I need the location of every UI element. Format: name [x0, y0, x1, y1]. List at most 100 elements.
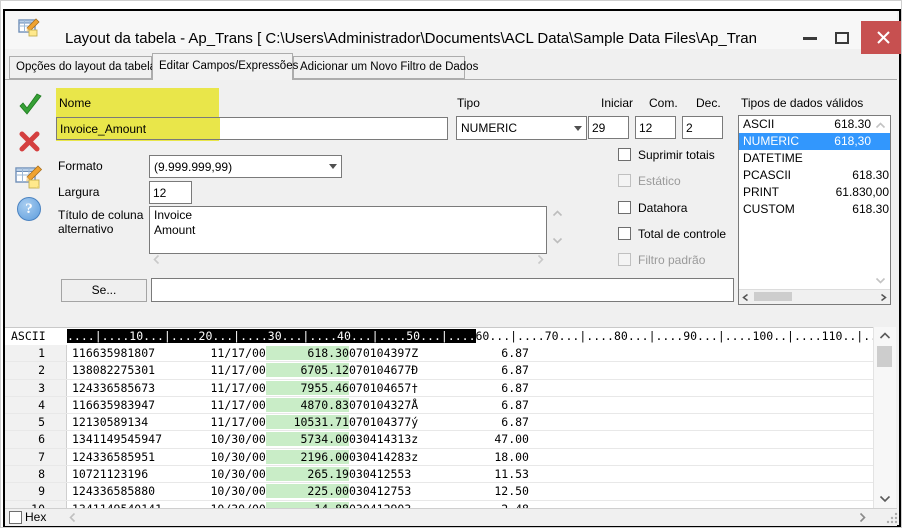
- maximize-button[interactable]: [827, 25, 857, 51]
- field-highlight-cell: 2196.00: [266, 450, 349, 464]
- delete-button[interactable]: [18, 130, 41, 153]
- checkbox-total-controle[interactable]: [618, 227, 631, 240]
- scroll-up-icon[interactable]: [875, 122, 886, 129]
- checkbox-suprimir-totais[interactable]: [618, 148, 631, 161]
- table-row[interactable]: 9124336585880 10/30/00 225.00030412753 1…: [5, 483, 873, 500]
- com-input[interactable]: [635, 116, 676, 139]
- window-title: Layout da tabela - Ap_Trans [ C:\Users\A…: [65, 30, 757, 47]
- resize-grip-icon[interactable]: [885, 511, 899, 525]
- minimize-icon: [803, 37, 817, 40]
- table-row[interactable]: 61341149545947 10/30/00 5734.00030414313…: [5, 431, 873, 448]
- dec-input[interactable]: [682, 116, 723, 139]
- largura-input[interactable]: [149, 181, 192, 204]
- tipo-label: Tipo: [457, 96, 480, 110]
- chevron-down-icon: [329, 164, 337, 169]
- tipo-select[interactable]: NUMERIC: [456, 116, 587, 140]
- row-number: 4: [5, 397, 67, 413]
- help-icon: ?: [25, 201, 33, 218]
- title-bar[interactable]: Layout da tabela - Ap_Trans [ C:\Users\A…: [5, 11, 897, 49]
- se-input[interactable]: [151, 278, 734, 302]
- scroll-right-icon[interactable]: [880, 293, 887, 302]
- accept-button[interactable]: [17, 93, 44, 118]
- table-row[interactable]: 4116635983947 11/17/00 4870.83070104327Å…: [5, 397, 873, 414]
- hex-label: Hex: [25, 510, 46, 524]
- list-item-ascii[interactable]: ASCII618.30: [739, 116, 890, 133]
- largura-label: Largura: [58, 185, 99, 199]
- table-row[interactable]: 3124336585673 11/17/00 7955.46070104657†…: [5, 380, 873, 397]
- list-item-numeric[interactable]: NUMERIC618,30: [739, 133, 890, 150]
- field-highlight-cell: 6705.12: [266, 363, 349, 377]
- help-button[interactable]: ?: [17, 197, 41, 221]
- table-row[interactable]: 512130589134 11/17/00 10531.71070104377ý…: [5, 414, 873, 431]
- field-highlight-cell: 10531.71: [266, 415, 349, 429]
- row-number: 1: [5, 345, 67, 361]
- grid-header: ASCII ....|....10...|....20...|....30...…: [5, 328, 873, 345]
- scroll-left-icon[interactable]: [69, 512, 76, 523]
- field-highlight-cell: 618.30: [266, 346, 349, 360]
- scroll-down-icon[interactable]: [875, 277, 886, 284]
- scroll-right-icon[interactable]: [537, 254, 544, 265]
- grid-vscrollbar[interactable]: [873, 327, 896, 508]
- hex-checkbox[interactable]: [9, 511, 22, 524]
- checkbox-estatico: [618, 174, 631, 187]
- formato-label: Formato: [58, 159, 103, 173]
- table-row[interactable]: 810721123196 10/30/00 265.19030412553 11…: [5, 466, 873, 483]
- row-number: 3: [5, 380, 67, 396]
- listbox-hscrollbar[interactable]: [739, 289, 890, 304]
- titulo-coluna-label-line2: alternativo: [58, 222, 113, 236]
- row-number: 2: [5, 362, 67, 378]
- row-number: 5: [5, 414, 67, 430]
- titulo-coluna-label-line1: Título de coluna: [58, 208, 143, 222]
- row-number: 6: [5, 431, 67, 447]
- table-row[interactable]: 2138082275301 11/17/00 6705.12070104677Ð…: [5, 362, 873, 379]
- ascii-label: ASCII: [5, 328, 67, 345]
- tipos-validos-listbox[interactable]: ASCII618.30 NUMERIC618,30 DATETIME PCASC…: [738, 115, 891, 305]
- record-preview-grid[interactable]: ASCII ....|....10...|....20...|....30...…: [5, 327, 873, 509]
- formato-select[interactable]: (9.999.999,99): [149, 155, 342, 178]
- screenshot-stage: Layout da tabela - Ap_Trans [ C:\Users\A…: [0, 0, 902, 528]
- checkbox-datahora[interactable]: [618, 201, 631, 214]
- se-button[interactable]: Se...: [61, 279, 147, 302]
- list-item-custom[interactable]: CUSTOM618.30: [739, 201, 890, 218]
- checkbox-estatico-label: Estático: [638, 174, 681, 188]
- scroll-right-icon[interactable]: [859, 512, 866, 523]
- list-item-pcascii[interactable]: PCASCII618.30: [739, 167, 890, 184]
- titulo-coluna-textarea[interactable]: Invoice Amount: [149, 206, 547, 254]
- list-item-datetime[interactable]: DATETIME: [739, 150, 890, 167]
- scroll-down-icon[interactable]: [552, 237, 563, 244]
- list-item-print[interactable]: PRINT61.830,00: [739, 184, 890, 201]
- scrollbar-thumb[interactable]: [754, 292, 792, 301]
- row-number: 9: [5, 483, 67, 499]
- tab-opcoes-layout[interactable]: Opções do layout da tabela: [9, 56, 152, 79]
- ruler-selected-region: ....|....10...|....20...|....30...|....4…: [67, 329, 476, 343]
- nome-input[interactable]: [56, 117, 448, 140]
- close-button[interactable]: [861, 21, 902, 54]
- com-label: Com.: [649, 96, 678, 110]
- ruler: ....|....10...|....20...|....30...|....4…: [67, 328, 873, 345]
- iniciar-input[interactable]: [588, 116, 629, 139]
- scroll-left-icon[interactable]: [153, 254, 160, 265]
- field-highlight-cell: 265.19: [266, 467, 349, 481]
- tab-panel-border: [5, 79, 897, 80]
- scroll-down-icon[interactable]: [879, 495, 891, 503]
- tipos-validos-label: Tipos de dados válidos: [741, 96, 863, 110]
- dec-label: Dec.: [696, 96, 721, 110]
- scroll-left-icon[interactable]: [742, 293, 749, 302]
- field-highlight-cell: 7955.46: [266, 381, 349, 395]
- iniciar-label: Iniciar: [601, 96, 633, 110]
- minimize-button[interactable]: [795, 25, 825, 51]
- row-number: 8: [5, 466, 67, 482]
- close-icon: [876, 30, 891, 45]
- row-number: 7: [5, 449, 67, 465]
- scroll-up-icon[interactable]: [552, 210, 563, 217]
- tab-novo-filtro[interactable]: Adicionar um Novo Filtro de Dados: [293, 56, 465, 79]
- table-row[interactable]: 1116635981807 11/17/00 618.30070104397Z …: [5, 345, 873, 362]
- table-row[interactable]: 7124336585951 10/30/00 2196.00030414283z…: [5, 449, 873, 466]
- scroll-up-icon[interactable]: [879, 332, 891, 340]
- checkbox-suprimir-totais-label: Suprimir totais: [638, 148, 715, 162]
- nome-label: Nome: [59, 96, 91, 110]
- field-highlight-cell: 225.00: [266, 484, 349, 498]
- scrollbar-thumb[interactable]: [877, 346, 892, 367]
- tab-editar-campos[interactable]: Editar Campos/Expressões: [152, 53, 293, 80]
- edit-layout-button[interactable]: [14, 163, 45, 190]
